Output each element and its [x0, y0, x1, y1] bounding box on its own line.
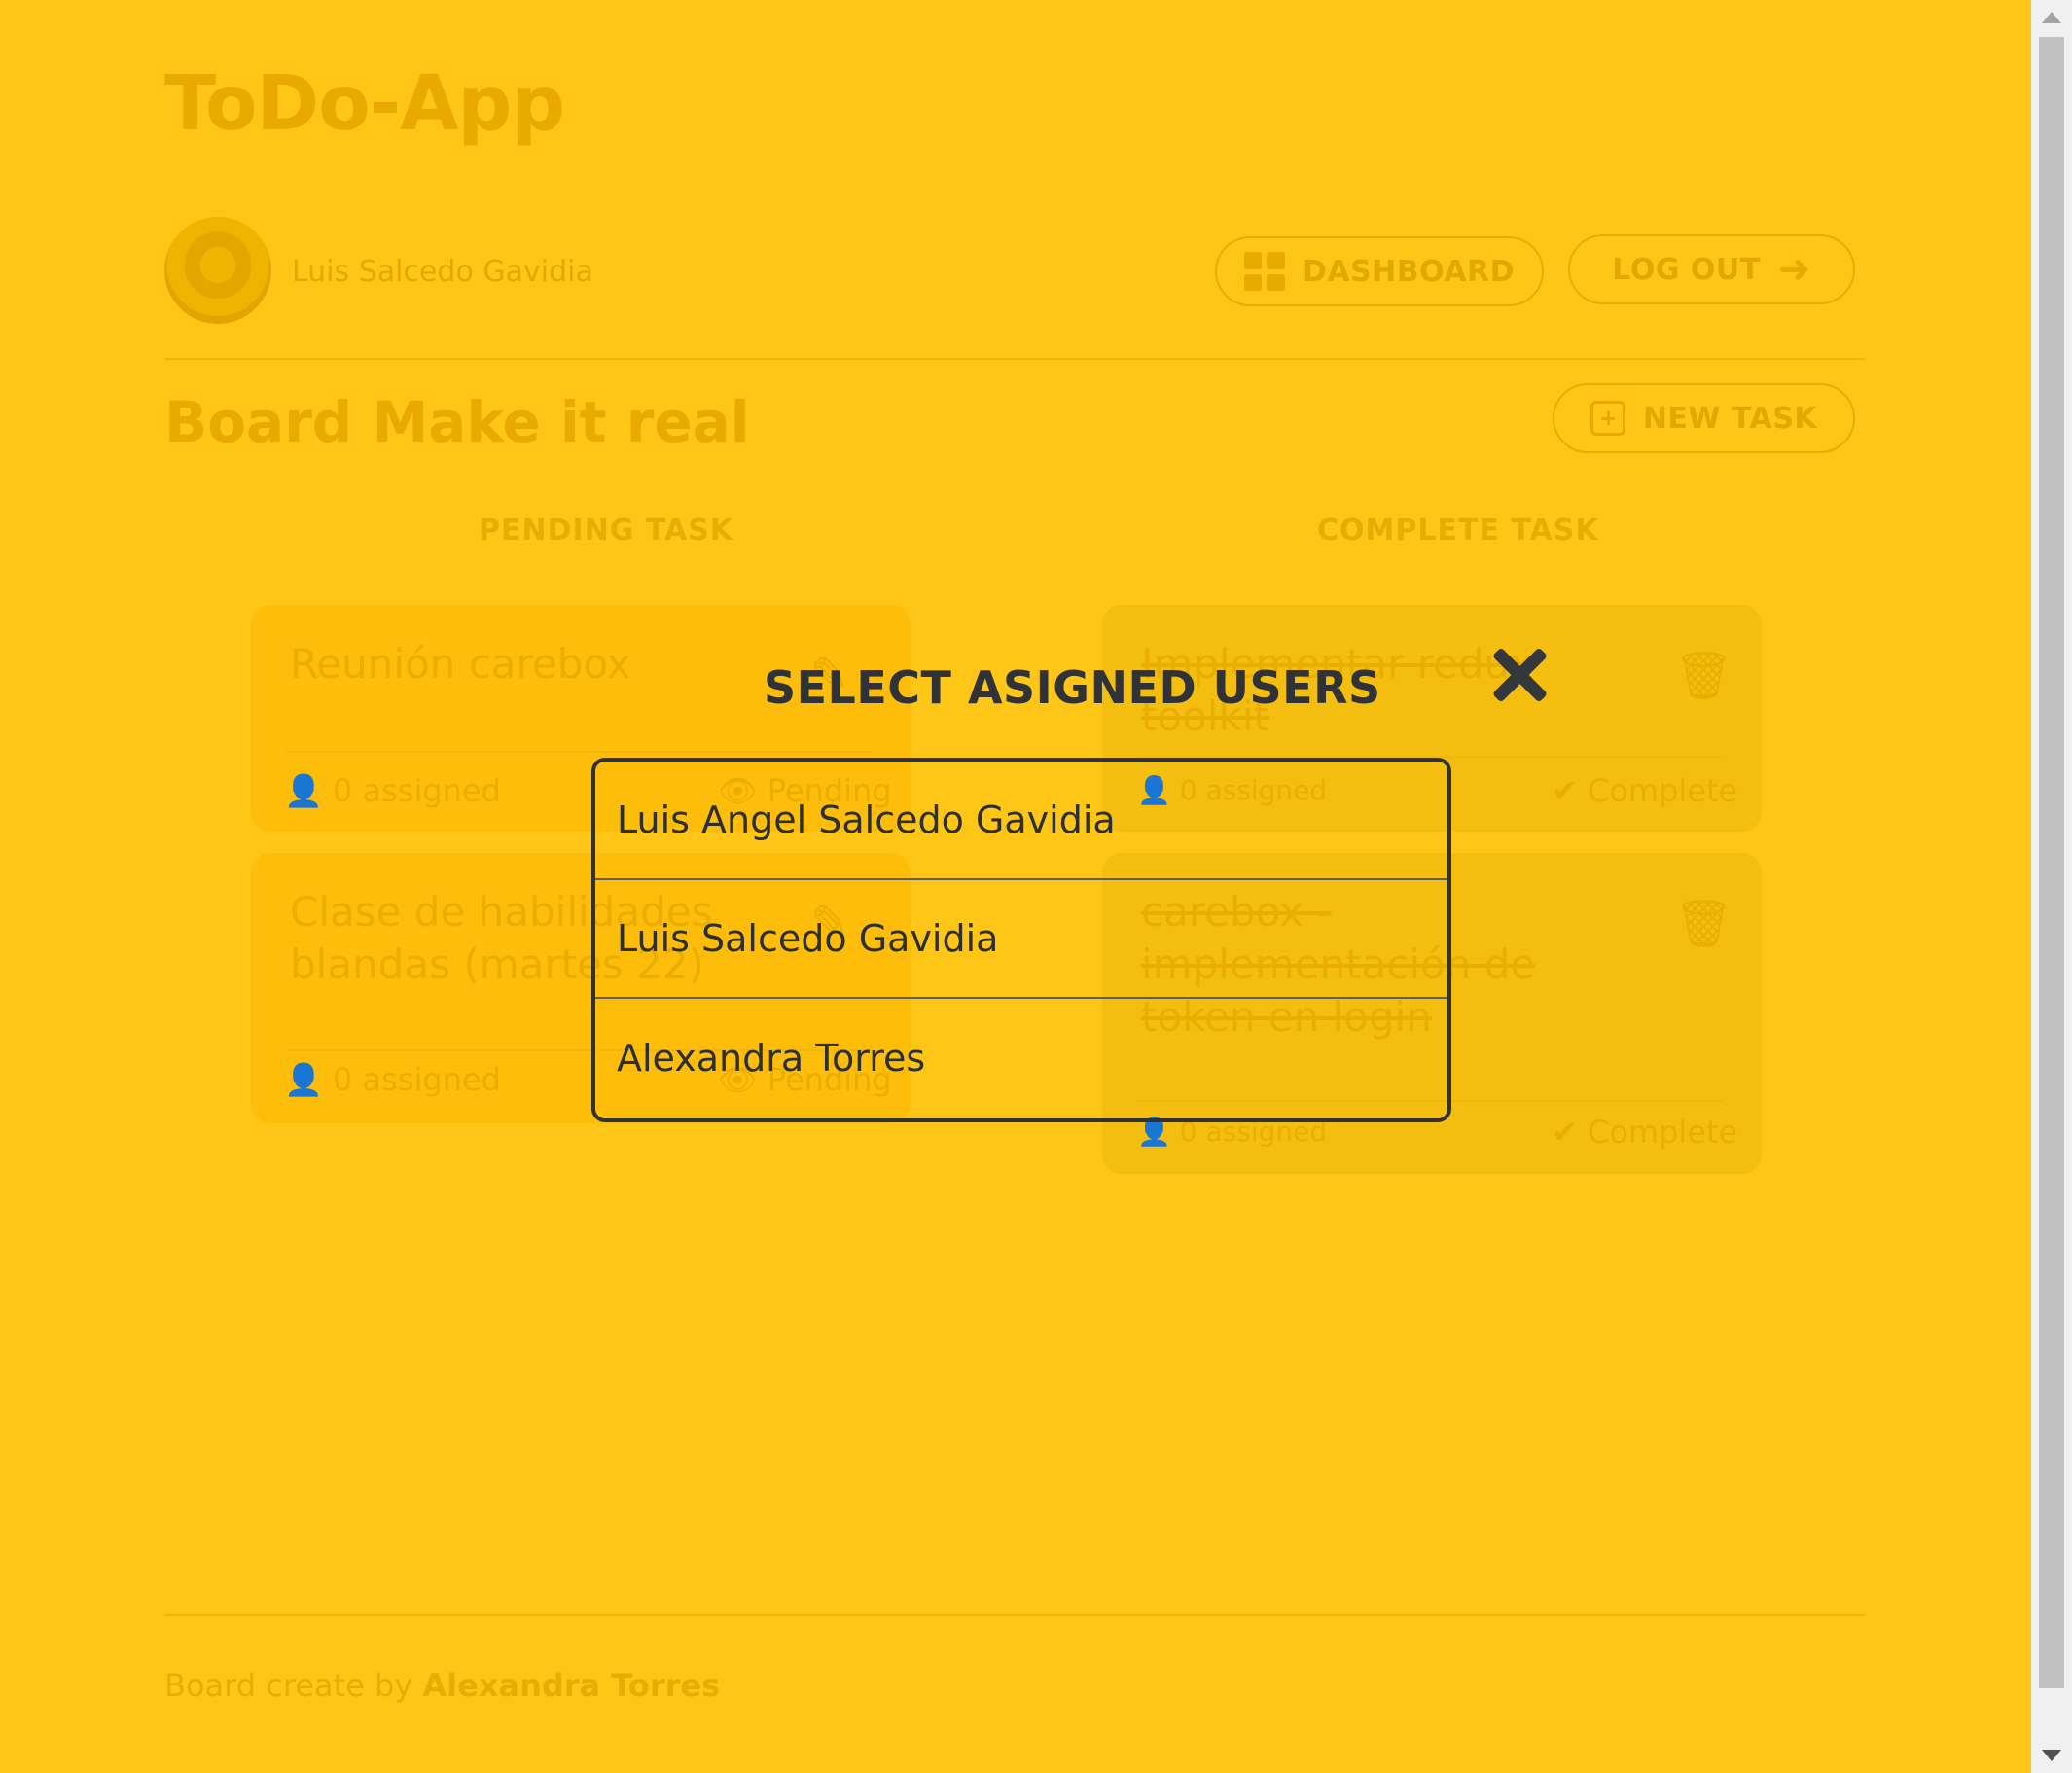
dashboard-label: DASHBOARD: [1302, 254, 1516, 289]
header-divider: [164, 358, 1865, 360]
trash-icon[interactable]: 🗑: [1674, 896, 1733, 951]
scroll-down-icon[interactable]: [2042, 1750, 2061, 1761]
complete-column-header: COMPLETE TASK: [1317, 514, 1599, 548]
footer-credit: Board create by Alexandra Torres: [164, 1667, 720, 1704]
assigned-count[interactable]: 👤 0 assigned: [284, 1061, 501, 1098]
board-title: Board Make it real: [164, 389, 750, 455]
user-option[interactable]: Alexandra Torres: [595, 999, 1447, 1117]
close-icon[interactable]: [1488, 644, 1551, 706]
new-task-label: NEW TASK: [1642, 401, 1818, 436]
task-title: Reunión carebox: [290, 640, 631, 688]
dashboard-button[interactable]: DASHBOARD: [1215, 236, 1544, 306]
plus-icon: [1590, 401, 1625, 436]
footer-prefix: Board create by: [164, 1667, 413, 1704]
vertical-scrollbar[interactable]: [2031, 0, 2072, 1773]
logout-button[interactable]: LOG OUT ➜: [1568, 234, 1855, 304]
user-option[interactable]: Luis Angel Salcedo Gavidia: [595, 762, 1447, 880]
assigned-count[interactable]: 👤 0 assigned: [284, 772, 501, 809]
status-badge[interactable]: ✔ Complete: [1552, 1114, 1737, 1151]
logout-label: LOG OUT: [1612, 252, 1761, 287]
user-option[interactable]: Luis Salcedo Gavidia: [595, 880, 1447, 999]
user-list: Luis Angel Salcedo Gavidia Luis Salcedo …: [591, 758, 1451, 1122]
avatar: [164, 217, 271, 324]
card-divider: [286, 751, 872, 753]
user-name: Luis Salcedo Gavidia: [292, 255, 593, 289]
footer-divider: [164, 1614, 1865, 1616]
modal-title: SELECT ASIGNED USERS: [764, 661, 1381, 714]
status-badge[interactable]: ✔ Complete: [1552, 772, 1737, 809]
app-title: ToDo-App: [164, 60, 565, 148]
logout-icon: ➜: [1777, 247, 1811, 292]
new-task-button[interactable]: NEW TASK: [1553, 383, 1855, 453]
pending-column-header: PENDING TASK: [479, 514, 734, 548]
dashboard-icon: [1243, 252, 1285, 291]
scrollbar-thumb[interactable]: [2039, 37, 2064, 1688]
footer-author: Alexandra Torres: [422, 1667, 721, 1704]
scroll-up-icon[interactable]: [2042, 12, 2061, 23]
trash-icon[interactable]: 🗑: [1674, 648, 1733, 703]
